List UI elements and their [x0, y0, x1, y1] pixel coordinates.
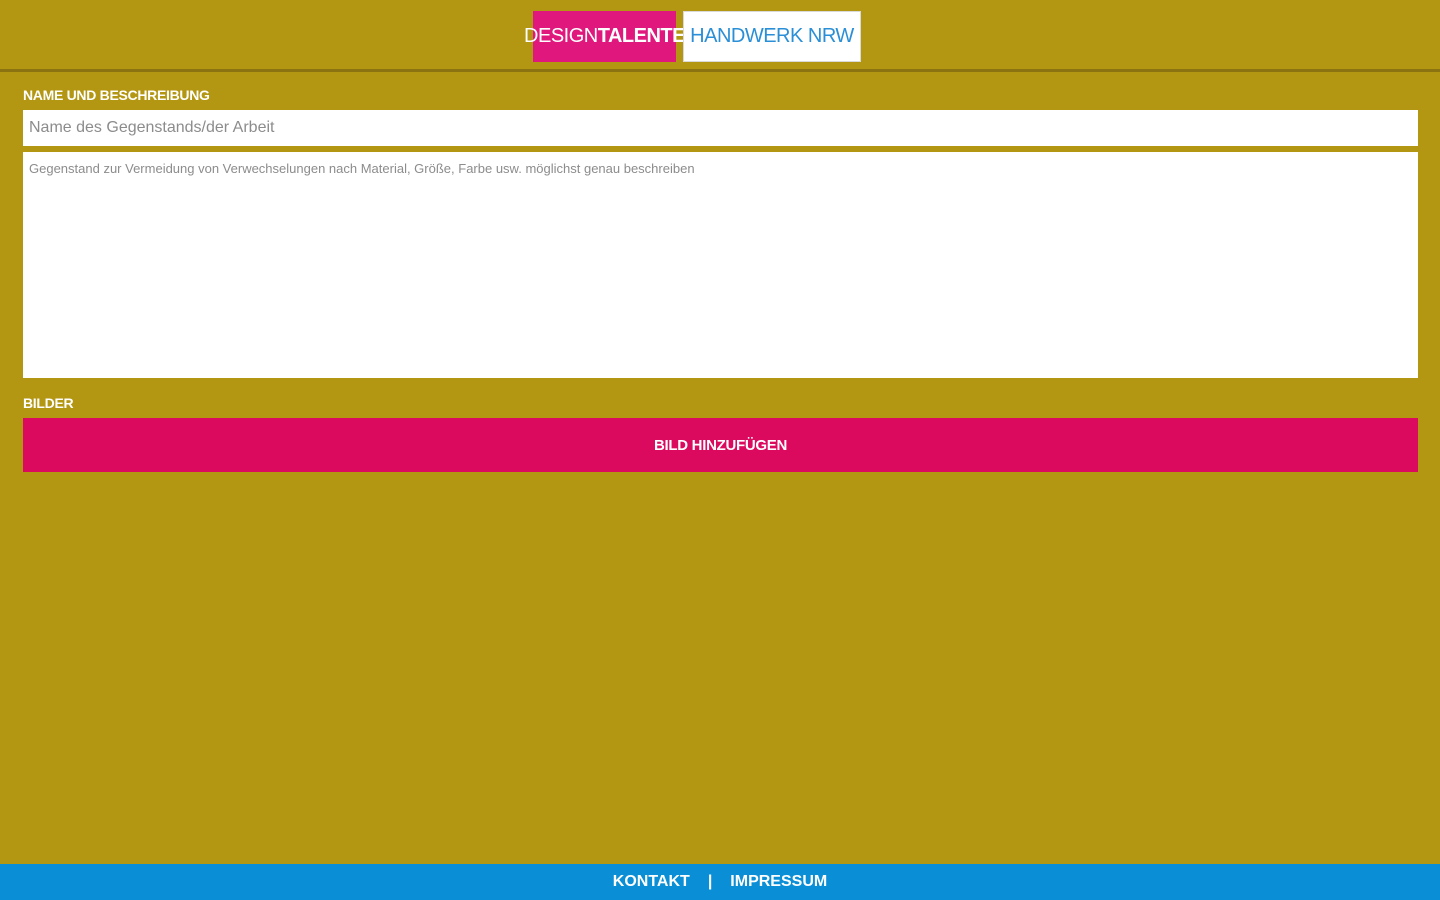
item-description-textarea[interactable] [23, 152, 1418, 378]
tab-designtalente-label-part1: DESIGN [524, 25, 598, 47]
tab-handwerk-nrw-label: HANDWERK NRW [690, 25, 854, 47]
images-section-label: BILDER [23, 395, 74, 411]
imprint-link[interactable]: IMPRESSUM [730, 873, 827, 891]
footer-separator: | [707, 873, 713, 890]
tab-handwerk-nrw[interactable]: HANDWERK NRW [683, 11, 861, 62]
name-section-label: NAME UND BESCHREIBUNG [23, 87, 210, 103]
footer-bar: KONTAKT | IMPRESSUM [0, 864, 1440, 900]
tab-designtalente-label-part2: TALENTE [597, 25, 686, 47]
tab-designtalente[interactable]: DESIGN TALENTE [524, 11, 685, 62]
add-image-button[interactable]: BILD HINZUFÜGEN [23, 418, 1418, 472]
item-name-input[interactable] [23, 110, 1418, 146]
header-bar: DESIGN TALENTE HANDWERK NRW [0, 0, 1440, 72]
contact-link[interactable]: KONTAKT [613, 873, 690, 891]
